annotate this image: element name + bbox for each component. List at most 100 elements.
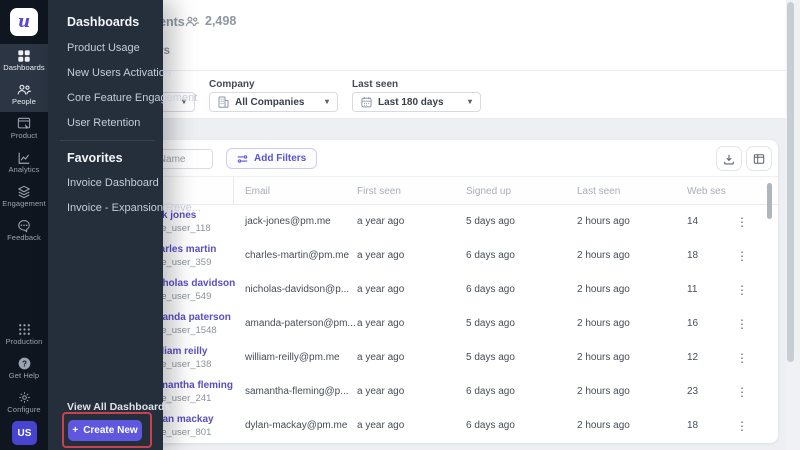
sidebar-item-production[interactable]: Production [0, 318, 48, 352]
dots-grid-icon [0, 318, 48, 337]
user-id: core_user_359 [148, 257, 212, 268]
chevron-down-icon: ▾ [324, 97, 329, 106]
flyout-item-product-usage[interactable]: Product Usage [67, 42, 140, 54]
help-question-icon: ? [0, 352, 48, 371]
gear-icon [0, 386, 48, 405]
column-header-web-sessions: Web ses [687, 186, 726, 197]
cell-email: nicholas-davidson@p... [245, 284, 350, 295]
sidebar-item-label: Production [5, 337, 43, 346]
flyout-title: Dashboards [67, 15, 140, 29]
flyout-item-new-users-activation[interactable]: New Users Activation [67, 67, 171, 79]
cell-first-seen: a year ago [357, 284, 405, 295]
table-header-row: Email First seen Signed up Last seen Web… [64, 176, 778, 205]
table-row[interactable]: charles martin core_user_359 charles-mar… [64, 239, 778, 273]
cell-first-seen: a year ago [357, 250, 405, 261]
download-button[interactable] [716, 146, 742, 171]
flyout-item-core-feature-engagement[interactable]: Core Feature Engagement [67, 92, 197, 104]
cell-web-sessions: 16 [687, 318, 699, 329]
column-header-first-seen: First seen [357, 186, 401, 197]
sidebar-item-label: Engagement [2, 199, 46, 208]
sidebar-item-people[interactable]: People [0, 78, 48, 112]
chevron-down-icon: ▾ [467, 97, 472, 106]
user-name-link[interactable]: amanda paterson [148, 312, 258, 323]
sidebar-item-label: Configure [7, 405, 41, 414]
cell-first-seen: a year ago [357, 386, 405, 397]
cell-signed-up: 6 days ago [466, 420, 515, 431]
cell-last-seen: 2 hours ago [577, 386, 630, 397]
analytics-chart-icon [0, 146, 48, 165]
sidebar-item-analytics[interactable]: Analytics [0, 146, 48, 180]
sidebar-item-label: Analytics [8, 165, 40, 174]
user-id: core_user_549 [148, 291, 212, 302]
sidebar-item-feedback[interactable]: Feedback [0, 214, 48, 248]
cell-email: samantha-fleming@p... [245, 386, 349, 397]
row-menu-icon[interactable]: ⋮ [735, 205, 749, 239]
row-menu-icon[interactable]: ⋮ [735, 273, 749, 307]
user-name-link[interactable]: dylan mackay [148, 414, 258, 425]
cell-last-seen: 2 hours ago [577, 318, 630, 329]
flyout-divider [60, 140, 155, 141]
row-menu-icon[interactable]: ⋮ [735, 239, 749, 273]
cell-last-seen: 2 hours ago [577, 352, 630, 363]
create-new-button[interactable]: + Create New [68, 420, 142, 441]
cell-signed-up: 6 days ago [466, 250, 515, 261]
user-name-link[interactable]: charles martin [148, 244, 258, 255]
download-icon [723, 153, 735, 165]
users-count: 2,498 [205, 14, 237, 28]
sidebar-item-configure[interactable]: Configure [0, 386, 48, 420]
flyout-item-user-retention[interactable]: User Retention [67, 117, 140, 129]
cell-signed-up: 5 days ago [466, 318, 515, 329]
row-menu-icon[interactable]: ⋮ [735, 409, 749, 443]
userpilot-logo[interactable]: u [10, 8, 38, 36]
user-name-link[interactable]: nicholas davidson [148, 278, 258, 289]
cell-web-sessions: 18 [687, 250, 699, 261]
sidebar-item-engagement[interactable]: Engagement [0, 180, 48, 214]
sidebar-item-label: Get Help [8, 371, 40, 380]
company-filter-dropdown[interactable]: All Companies ▾ [209, 92, 338, 112]
column-header-last-seen: Last seen [577, 186, 621, 197]
manage-columns-button[interactable] [746, 146, 772, 171]
table-row[interactable]: william reilly core_user_138 william-rei… [64, 341, 778, 375]
table-scrollbar-thumb[interactable] [767, 183, 772, 219]
user-id: core_user_1548 [148, 325, 217, 336]
cell-first-seen: a year ago [357, 216, 405, 227]
page-scrollbar-thumb[interactable] [787, 2, 794, 362]
user-name-link[interactable]: william reilly [148, 346, 258, 357]
cell-web-sessions: 11 [687, 284, 698, 295]
add-filters-button[interactable]: Add Filters [226, 148, 318, 169]
sidebar-item-get-help[interactable]: ? Get Help [0, 352, 48, 386]
cell-signed-up: 5 days ago [466, 352, 515, 363]
table-row[interactable]: dylan mackay core_user_801 dylan-mackay@… [64, 409, 778, 443]
user-avatar[interactable]: US [12, 421, 37, 445]
dashboards-icon [0, 44, 48, 63]
plus-icon: + [72, 425, 79, 436]
row-menu-icon[interactable]: ⋮ [735, 341, 749, 375]
feedback-bubble-icon [0, 214, 48, 233]
cell-first-seen: a year ago [357, 352, 405, 363]
app-window: Segments 2,498 Users ▾ Company All Compa… [0, 0, 800, 450]
cell-email: dylan-mackay@pm.me [245, 420, 348, 431]
sidebar-item-label: Product [10, 131, 38, 140]
svg-text:?: ? [22, 359, 27, 368]
cell-signed-up: 5 days ago [466, 216, 515, 227]
sidebar-item-product[interactable]: Product [0, 112, 48, 146]
product-window-icon [0, 112, 48, 131]
cell-web-sessions: 18 [687, 420, 699, 431]
table-row[interactable]: nicholas davidson core_user_549 nicholas… [64, 273, 778, 307]
last-seen-filter-dropdown[interactable]: Last 180 days ▾ [352, 92, 481, 112]
table-row[interactable]: samantha fleming core_user_241 samantha-… [64, 375, 778, 409]
flyout-item-invoice-dashboard[interactable]: Invoice Dashboard [67, 177, 159, 189]
dashboards-flyout: Dashboards Product Usage New Users Activ… [48, 0, 201, 450]
flyout-item-invoice-expansion[interactable]: Invoice - Expansion Reve... [67, 202, 201, 214]
user-id: core_user_138 [148, 359, 212, 370]
user-name-link[interactable]: samantha fleming [148, 380, 258, 391]
sidebar-item-dashboards[interactable]: Dashboards [0, 44, 48, 78]
view-all-dashboards-link[interactable]: View All Dashboards [67, 401, 170, 413]
cell-last-seen: 2 hours ago [577, 420, 630, 431]
table-row[interactable]: amanda paterson core_user_1548 amanda-pa… [64, 307, 778, 341]
last-seen-filter-value: Last 180 days [378, 96, 444, 108]
sidebar: u Dashboards People Product Analytics En… [0, 0, 48, 450]
row-menu-icon[interactable]: ⋮ [735, 375, 749, 409]
cell-email: amanda-paterson@pm... [245, 318, 356, 329]
row-menu-icon[interactable]: ⋮ [735, 307, 749, 341]
